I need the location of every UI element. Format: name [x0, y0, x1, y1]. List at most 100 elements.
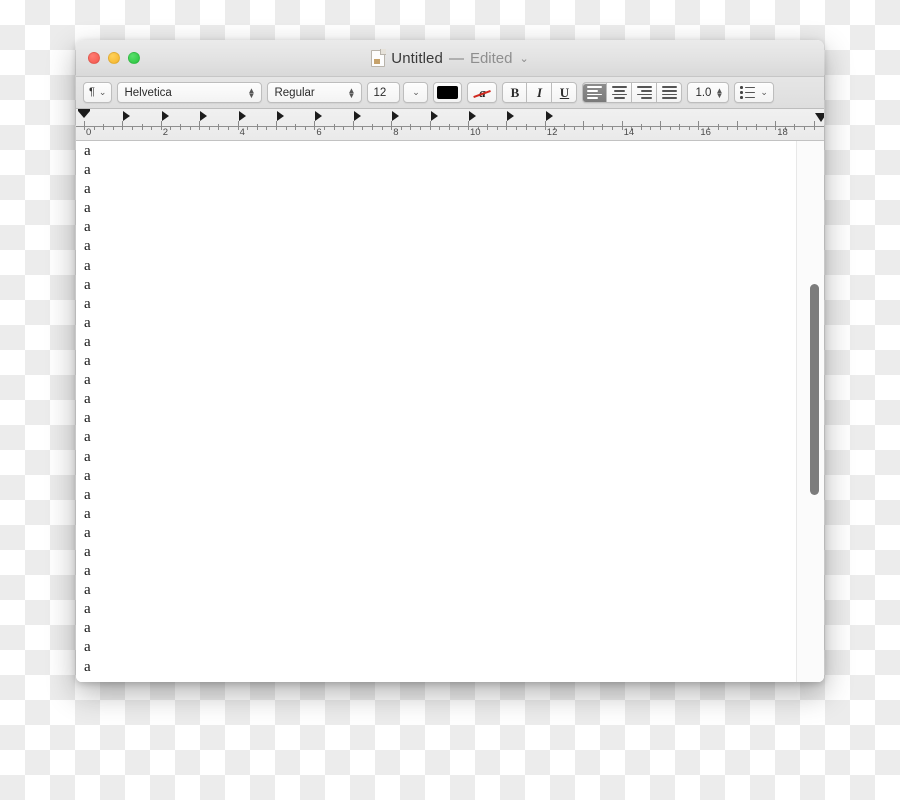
ruler-tick: [727, 126, 729, 130]
align-left-button[interactable]: [582, 82, 608, 103]
text-line: a: [84, 200, 91, 217]
document-area[interactable]: aaaaaaaaaaaaaaaaaaaaaaaaaaaa: [76, 141, 824, 682]
ruler-tick: [813, 121, 815, 130]
ruler-label: 18: [777, 127, 788, 138]
pilcrow-icon: ¶: [89, 86, 95, 98]
tab-stop-marker[interactable]: [315, 111, 323, 121]
stepper-icon: ▲ ▼: [347, 85, 356, 100]
ruler-tick: [468, 121, 469, 130]
lists-button[interactable]: ⌄: [734, 82, 774, 103]
ruler-tick: [448, 124, 450, 130]
tab-stop-marker[interactable]: [277, 111, 284, 121]
align-center-button[interactable]: [607, 82, 633, 103]
ruler-tick: [391, 121, 393, 130]
ruler-tick: [544, 121, 546, 130]
underline-button[interactable]: U: [552, 82, 578, 103]
text-content[interactable]: aaaaaaaaaaaaaaaaaaaaaaaaaaaa: [76, 141, 824, 682]
ruler-tick: [352, 121, 354, 130]
chevron-down-icon[interactable]: ⌄: [520, 52, 529, 65]
text-line: a: [84, 505, 91, 522]
font-size-group: 12 ⌄: [367, 82, 429, 103]
text-line: a: [84, 429, 91, 446]
tab-stop-marker[interactable]: [200, 111, 208, 121]
align-right-button[interactable]: [632, 82, 658, 103]
font-family-select[interactable]: Helvetica ▲ ▼: [117, 82, 263, 103]
tab-stop-marker[interactable]: [392, 111, 400, 121]
ruler[interactable]: 0 2 4 6 8 10 12 14 16 18: [76, 109, 824, 141]
vertical-scrollbar[interactable]: [810, 284, 819, 495]
align-right-icon: [636, 86, 652, 99]
ruler-tick: [180, 124, 181, 130]
ruler-tick: [266, 126, 268, 130]
tab-stop-marker[interactable]: [545, 111, 553, 121]
edited-status: Edited: [469, 49, 513, 67]
highlight-color-button[interactable]: a: [467, 82, 498, 103]
text-line: a: [84, 448, 91, 465]
chevron-down-icon: ⌄: [412, 87, 420, 97]
ruler-tick: [804, 126, 805, 130]
align-justify-button[interactable]: [657, 82, 683, 103]
ruler-tick: [304, 126, 306, 130]
ruler-tick: [650, 126, 652, 130]
tab-stop-marker[interactable]: [238, 111, 246, 121]
tab-stop-marker[interactable]: [353, 111, 361, 121]
ruler-tick: [717, 124, 719, 130]
ruler-tick: [218, 124, 220, 130]
ruler-tick: [324, 126, 325, 130]
text-line: a: [84, 620, 91, 637]
ruler-tick: [208, 126, 210, 130]
text-line: a: [84, 314, 91, 331]
text-line: a: [84, 333, 91, 350]
ruler-tick: [698, 121, 700, 130]
ruler-tick: [669, 126, 671, 130]
line-spacing-stepper[interactable]: 1.0 ▲ ▼: [687, 82, 730, 103]
ruler-tick: [151, 126, 153, 130]
close-button[interactable]: [88, 52, 100, 64]
tab-stop-marker[interactable]: [161, 111, 169, 121]
ruler-tick: [285, 126, 287, 130]
title-bar[interactable]: Untitled — Edited ⌄: [76, 40, 824, 77]
text-color-button[interactable]: [433, 82, 463, 103]
font-size-dropdown[interactable]: ⌄: [403, 82, 429, 103]
text-line: a: [84, 486, 91, 503]
text-line: a: [84, 219, 91, 236]
ruler-tick: [765, 126, 767, 130]
ruler-tick: [640, 124, 642, 130]
ruler-label: 16: [700, 127, 711, 138]
text-line: a: [84, 639, 91, 656]
tab-stop-marker[interactable]: [507, 111, 515, 121]
ruler-label: 4: [239, 127, 245, 138]
font-size-value: 12: [373, 86, 387, 99]
color-swatch: [437, 86, 459, 99]
zoom-button[interactable]: [128, 52, 140, 64]
format-toolbar: ¶ ⌄ Helvetica ▲ ▼ Regular ▲ ▼ 12 ⌄ B I U…: [76, 77, 824, 109]
paragraph-style-button[interactable]: ¶ ⌄: [83, 82, 113, 103]
ruler-tick: [237, 121, 239, 130]
font-size-input[interactable]: 12: [367, 82, 401, 103]
tab-stop-marker[interactable]: [123, 111, 131, 121]
font-style-select[interactable]: Regular ▲ ▼: [267, 82, 363, 103]
chevron-down-icon: ⌄: [760, 87, 768, 97]
text-line: a: [84, 563, 91, 580]
chevron-down-icon: ⌄: [98, 87, 107, 97]
text-style-group: B I U: [502, 82, 578, 103]
right-indent-marker[interactable]: [814, 113, 824, 122]
ruler-baseline: [76, 126, 824, 127]
tab-stop-marker[interactable]: [430, 111, 438, 121]
bold-button[interactable]: B: [502, 82, 528, 103]
ruler-tick: [400, 126, 402, 130]
ruler-tick: [103, 124, 105, 130]
ruler-label: 10: [470, 127, 481, 138]
italic-button[interactable]: I: [527, 82, 553, 103]
ruler-tick: [439, 126, 441, 130]
text-line: a: [84, 524, 91, 541]
ruler-tick: [276, 121, 277, 130]
font-style-value: Regular: [274, 86, 315, 99]
ruler-tick: [564, 124, 565, 130]
minimize-button[interactable]: [108, 52, 120, 64]
ruler-tick: [612, 126, 613, 130]
stepper-icon: ▲ ▼: [715, 85, 724, 100]
tab-stop-marker[interactable]: [469, 111, 476, 121]
ruler-tick: [333, 124, 335, 130]
ruler-tick: [256, 124, 258, 130]
